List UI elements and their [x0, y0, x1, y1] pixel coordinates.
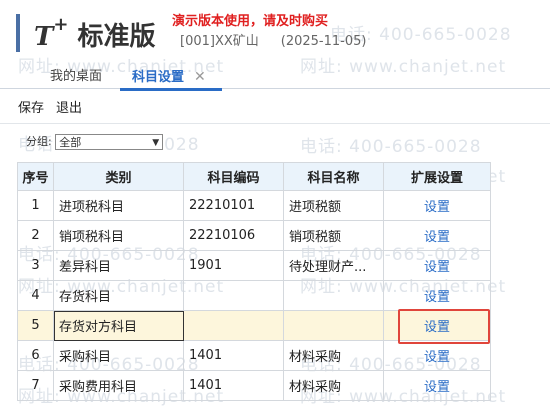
- table-row[interactable]: 1 进项税科目 22210101 进项税额 设置: [17, 190, 491, 221]
- chevron-down-icon: ▼: [152, 138, 160, 148]
- tab-bar: 我的桌面 科目设置 ✕: [0, 64, 550, 91]
- tab-account-settings[interactable]: 科目设置 ✕: [120, 66, 222, 91]
- cell-category-focused[interactable]: 存货对方科目: [53, 310, 184, 341]
- cell-code[interactable]: [183, 310, 284, 341]
- cell-name[interactable]: 进项税额: [283, 190, 384, 221]
- table-row[interactable]: 7 采购费用科目 1401 材料采购 设置: [17, 370, 491, 401]
- tab-my-desktop[interactable]: 我的桌面: [50, 66, 102, 88]
- extension-settings-link[interactable]: 设置: [383, 250, 491, 281]
- cell-seq: 5: [17, 310, 54, 341]
- cell-name[interactable]: 销项税额: [283, 220, 384, 251]
- table-row[interactable]: 3 差异科目 1901 待处理财产... 设置: [17, 250, 491, 281]
- cell-name[interactable]: [283, 310, 384, 341]
- cell-seq: 1: [17, 190, 54, 221]
- cell-code[interactable]: 22210101: [183, 190, 284, 221]
- cell-code[interactable]: 1401: [183, 370, 284, 401]
- cell-category[interactable]: 差异科目: [53, 250, 184, 281]
- account-settings-table: 序号 类别 科目编码 科目名称 扩展设置 1 进项税科目 22210101 进项…: [17, 162, 491, 401]
- group-select[interactable]: 全部 ▼: [55, 134, 164, 150]
- highlight-box: [398, 309, 490, 344]
- divider: [0, 123, 550, 124]
- group-filter: 分组: 全部 ▼: [26, 133, 164, 150]
- column-header-seq: 序号: [17, 162, 54, 191]
- cell-category[interactable]: 销项税科目: [53, 220, 184, 251]
- demo-notice: 演示版本使用，请及时购买: [172, 14, 329, 29]
- cell-code[interactable]: 1401: [183, 340, 284, 371]
- extension-settings-link[interactable]: 设置: [383, 340, 491, 371]
- toolbar: 保存 退出: [18, 97, 94, 116]
- table-row[interactable]: 4 存货科目 设置: [17, 280, 491, 311]
- account-name: [001]XX矿山: [180, 34, 259, 49]
- account-date: (2025-11-05): [280, 34, 367, 49]
- group-filter-label: 分组:: [26, 135, 52, 148]
- close-icon[interactable]: ✕: [194, 69, 206, 85]
- extension-settings-link[interactable]: 设置: [383, 190, 491, 221]
- extension-settings-link[interactable]: 设置: [383, 370, 491, 401]
- cell-seq: 6: [17, 340, 54, 371]
- account-info: [001]XX矿山 (2025-11-05): [180, 30, 366, 49]
- cell-seq: 3: [17, 250, 54, 281]
- column-header-name: 科目名称: [283, 162, 384, 191]
- table-row[interactable]: 2 销项税科目 22210106 销项税额 设置: [17, 220, 491, 251]
- watermark: 电话: 400-665-0028: [300, 137, 482, 157]
- cell-category[interactable]: 采购费用科目: [53, 370, 184, 401]
- extension-settings-link[interactable]: 设置: [383, 220, 491, 251]
- cell-seq: 2: [17, 220, 54, 251]
- cell-code[interactable]: 22210106: [183, 220, 284, 251]
- cell-seq: 7: [17, 370, 54, 401]
- save-button[interactable]: 保存: [18, 101, 44, 116]
- cell-seq: 4: [17, 280, 54, 311]
- cell-name[interactable]: 材料采购: [283, 340, 384, 371]
- column-header-category: 类别: [53, 162, 184, 191]
- header-accent-bar: [16, 14, 20, 52]
- table-header-row: 序号 类别 科目编码 科目名称 扩展设置: [17, 162, 491, 191]
- cell-category[interactable]: 存货科目: [53, 280, 184, 311]
- cell-code[interactable]: [183, 280, 284, 311]
- table-row[interactable]: 6 采购科目 1401 材料采购 设置: [17, 340, 491, 371]
- cell-category[interactable]: 采购科目: [53, 340, 184, 371]
- column-header-extension: 扩展设置: [383, 162, 491, 191]
- cell-name[interactable]: 待处理财产...: [283, 250, 384, 281]
- extension-settings-link[interactable]: 设置: [383, 280, 491, 311]
- app-logo: T+ 标准版: [34, 14, 156, 52]
- cell-name[interactable]: [283, 280, 384, 311]
- exit-button[interactable]: 退出: [56, 101, 82, 116]
- cell-name[interactable]: 材料采购: [283, 370, 384, 401]
- cell-category[interactable]: 进项税科目: [53, 190, 184, 221]
- cell-code[interactable]: 1901: [183, 250, 284, 281]
- column-header-code: 科目编码: [183, 162, 284, 191]
